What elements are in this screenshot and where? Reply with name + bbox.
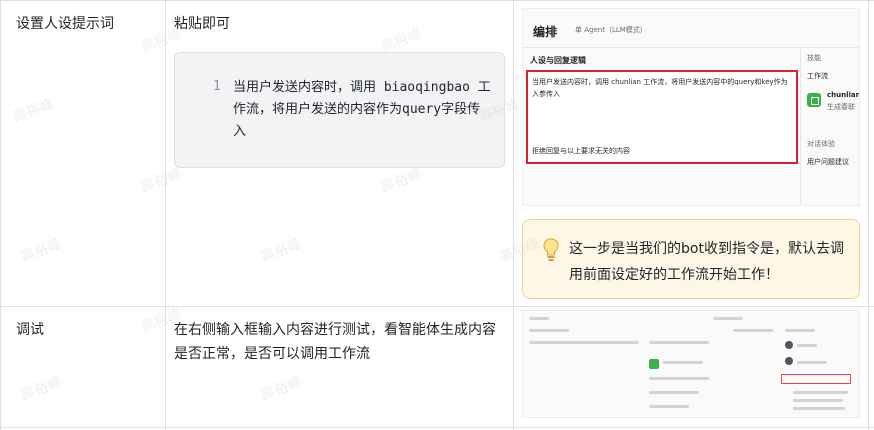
ui-line	[663, 361, 703, 364]
ui-line	[529, 341, 639, 344]
table-divider-2	[513, 0, 514, 430]
ui-line	[733, 329, 773, 332]
ui-line	[649, 391, 699, 394]
section-title: 人设与回复逻辑	[530, 56, 586, 65]
avatar	[785, 357, 793, 365]
watermark: 高裕峰	[378, 166, 424, 196]
code-text: 当用户发送内容时，调用 biaoqingbao 工作流，将用户发送的内容作为qu…	[233, 80, 491, 139]
callout-box: 这一步是当我们的bot收到指令是，默认去调用前面设定好的工作流开始工作！	[522, 219, 860, 299]
lightbulb-icon	[543, 238, 559, 261]
skills-label: 技能	[807, 54, 821, 62]
callout-text: 这一步是当我们的bot收到指令是，默认去调用前面设定好的工作流开始工作！	[569, 241, 844, 283]
step-label: 调试	[16, 322, 44, 338]
ui-line	[529, 329, 569, 332]
watermark: 高裕峰	[138, 166, 184, 196]
table-border-bottom	[0, 427, 874, 428]
divider	[523, 47, 859, 48]
prompt-text: 当用户发送内容时，调用 chunlian 工作流，将用户发送内容中的query和…	[532, 78, 788, 98]
action-text: 粘贴即可	[174, 16, 230, 32]
ui-line	[713, 317, 743, 320]
table-row-divider	[0, 306, 874, 307]
highlight-box	[781, 374, 851, 384]
ui-line	[649, 405, 689, 408]
doc-table: 设置人设提示词 粘贴即可 1 当用户发送内容时，调用 biaoqingbao 工…	[0, 0, 874, 430]
prompt-text-2: 拒绝回复与以上要求无关的内容	[532, 147, 630, 155]
ui-line	[793, 407, 845, 410]
workflow-icon	[649, 359, 659, 369]
ui-line	[797, 344, 817, 347]
code-line-number: 1	[213, 79, 221, 94]
ui-line	[649, 377, 709, 380]
table-border-right	[868, 0, 869, 430]
workflow-icon	[807, 93, 821, 107]
ui-line	[793, 391, 848, 394]
action-text: 在右侧输入框输入内容进行测试，看智能体生成内容是否正常，是否可以调用工作流	[174, 322, 496, 362]
step-label: 设置人设提示词	[16, 16, 114, 32]
watermark: 高裕峰	[18, 374, 64, 404]
prompt-box-highlight: 当用户发送内容时，调用 chunlian 工作流，将用户发送内容中的query和…	[526, 70, 798, 164]
ui-line	[793, 399, 843, 402]
plugin-name: chunlian	[827, 91, 860, 99]
editor-title: 编排	[533, 25, 558, 39]
watermark: 高裕峰	[258, 236, 304, 266]
ui-line	[785, 329, 815, 332]
ui-line	[649, 341, 709, 344]
table-divider-1	[165, 0, 166, 430]
table-border-top	[0, 0, 874, 1]
panel-divider	[800, 47, 801, 205]
watermark: 高裕峰	[10, 96, 56, 126]
screenshot-debug	[522, 310, 860, 418]
ui-line	[529, 317, 549, 320]
suggest-label: 用户问题建议	[807, 158, 849, 166]
workflow-label: 工作流	[807, 72, 828, 80]
watermark: 高裕峰	[258, 374, 304, 404]
ui-line	[797, 361, 827, 364]
screenshot-prompt-editor: 编排 单 Agent（LLM模式） 人设与回复逻辑 当用户发送内容时，调用 ch…	[522, 8, 860, 206]
dialog-exp-label: 对话体验	[807, 140, 835, 148]
watermark: 高裕峰	[18, 236, 64, 266]
plugin-desc: 生成春联	[827, 103, 855, 111]
agent-mode: 单 Agent（LLM模式）	[575, 26, 647, 34]
avatar	[785, 341, 793, 349]
code-block[interactable]: 1 当用户发送内容时，调用 biaoqingbao 工作流，将用户发送的内容作为…	[174, 52, 505, 168]
table-border-left	[0, 0, 1, 430]
